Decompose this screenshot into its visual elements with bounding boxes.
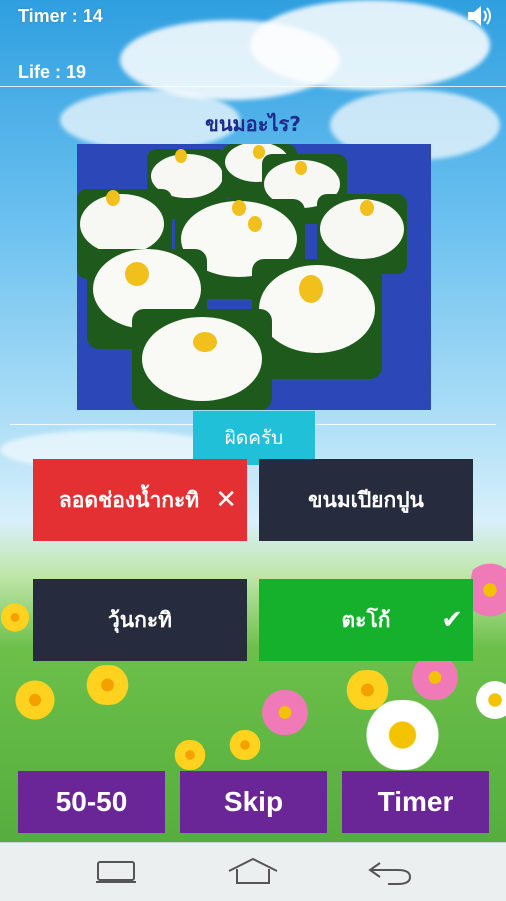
life-label: Life : 19 — [18, 62, 87, 82]
answer-label: ลอดช่องน้ำกะทิ — [58, 487, 200, 512]
question-text: ขนมอะไร? — [205, 112, 301, 136]
recent-apps-icon[interactable] — [92, 859, 140, 885]
flower — [475, 675, 506, 725]
top-divider — [0, 86, 506, 87]
answer-button-2[interactable]: ขนมเปียกปูน — [259, 459, 473, 541]
question-image — [77, 144, 431, 410]
timer-button[interactable]: Timer — [342, 771, 489, 833]
back-icon[interactable] — [364, 857, 414, 887]
flower — [225, 730, 265, 760]
home-icon[interactable] — [225, 855, 281, 887]
flower — [470, 550, 506, 630]
answer-button-3[interactable]: วุ้นกะทิ — [33, 579, 247, 661]
answer-label: วุ้นกะทิ — [108, 607, 172, 632]
check-icon: ✔ — [441, 605, 463, 635]
fifty-fifty-button[interactable]: 50-50 — [18, 771, 165, 833]
answer-label: ขนมเปียกปูน — [308, 487, 424, 512]
flower — [170, 740, 210, 770]
navigation-bar — [0, 842, 506, 901]
answer-button-4[interactable]: ตะโก้ ✔ — [259, 579, 473, 661]
flower — [10, 680, 60, 720]
answer-label: ตะโก้ — [341, 607, 391, 632]
status-bar: Timer : 14 Life : 19 — [0, 0, 506, 86]
speaker-icon[interactable] — [466, 4, 494, 28]
cross-icon: ✕ — [215, 485, 237, 515]
skip-button[interactable]: Skip — [180, 771, 327, 833]
flower — [80, 665, 135, 705]
answer-button-1[interactable]: ลอดช่องน้ำกะทิ ✕ — [33, 459, 247, 541]
result-badge: ผิดครับ — [193, 411, 315, 465]
flower — [255, 690, 315, 735]
timer-label: Timer : 14 — [18, 6, 103, 26]
flower — [355, 700, 450, 770]
flower — [0, 600, 30, 635]
flower — [405, 655, 465, 700]
